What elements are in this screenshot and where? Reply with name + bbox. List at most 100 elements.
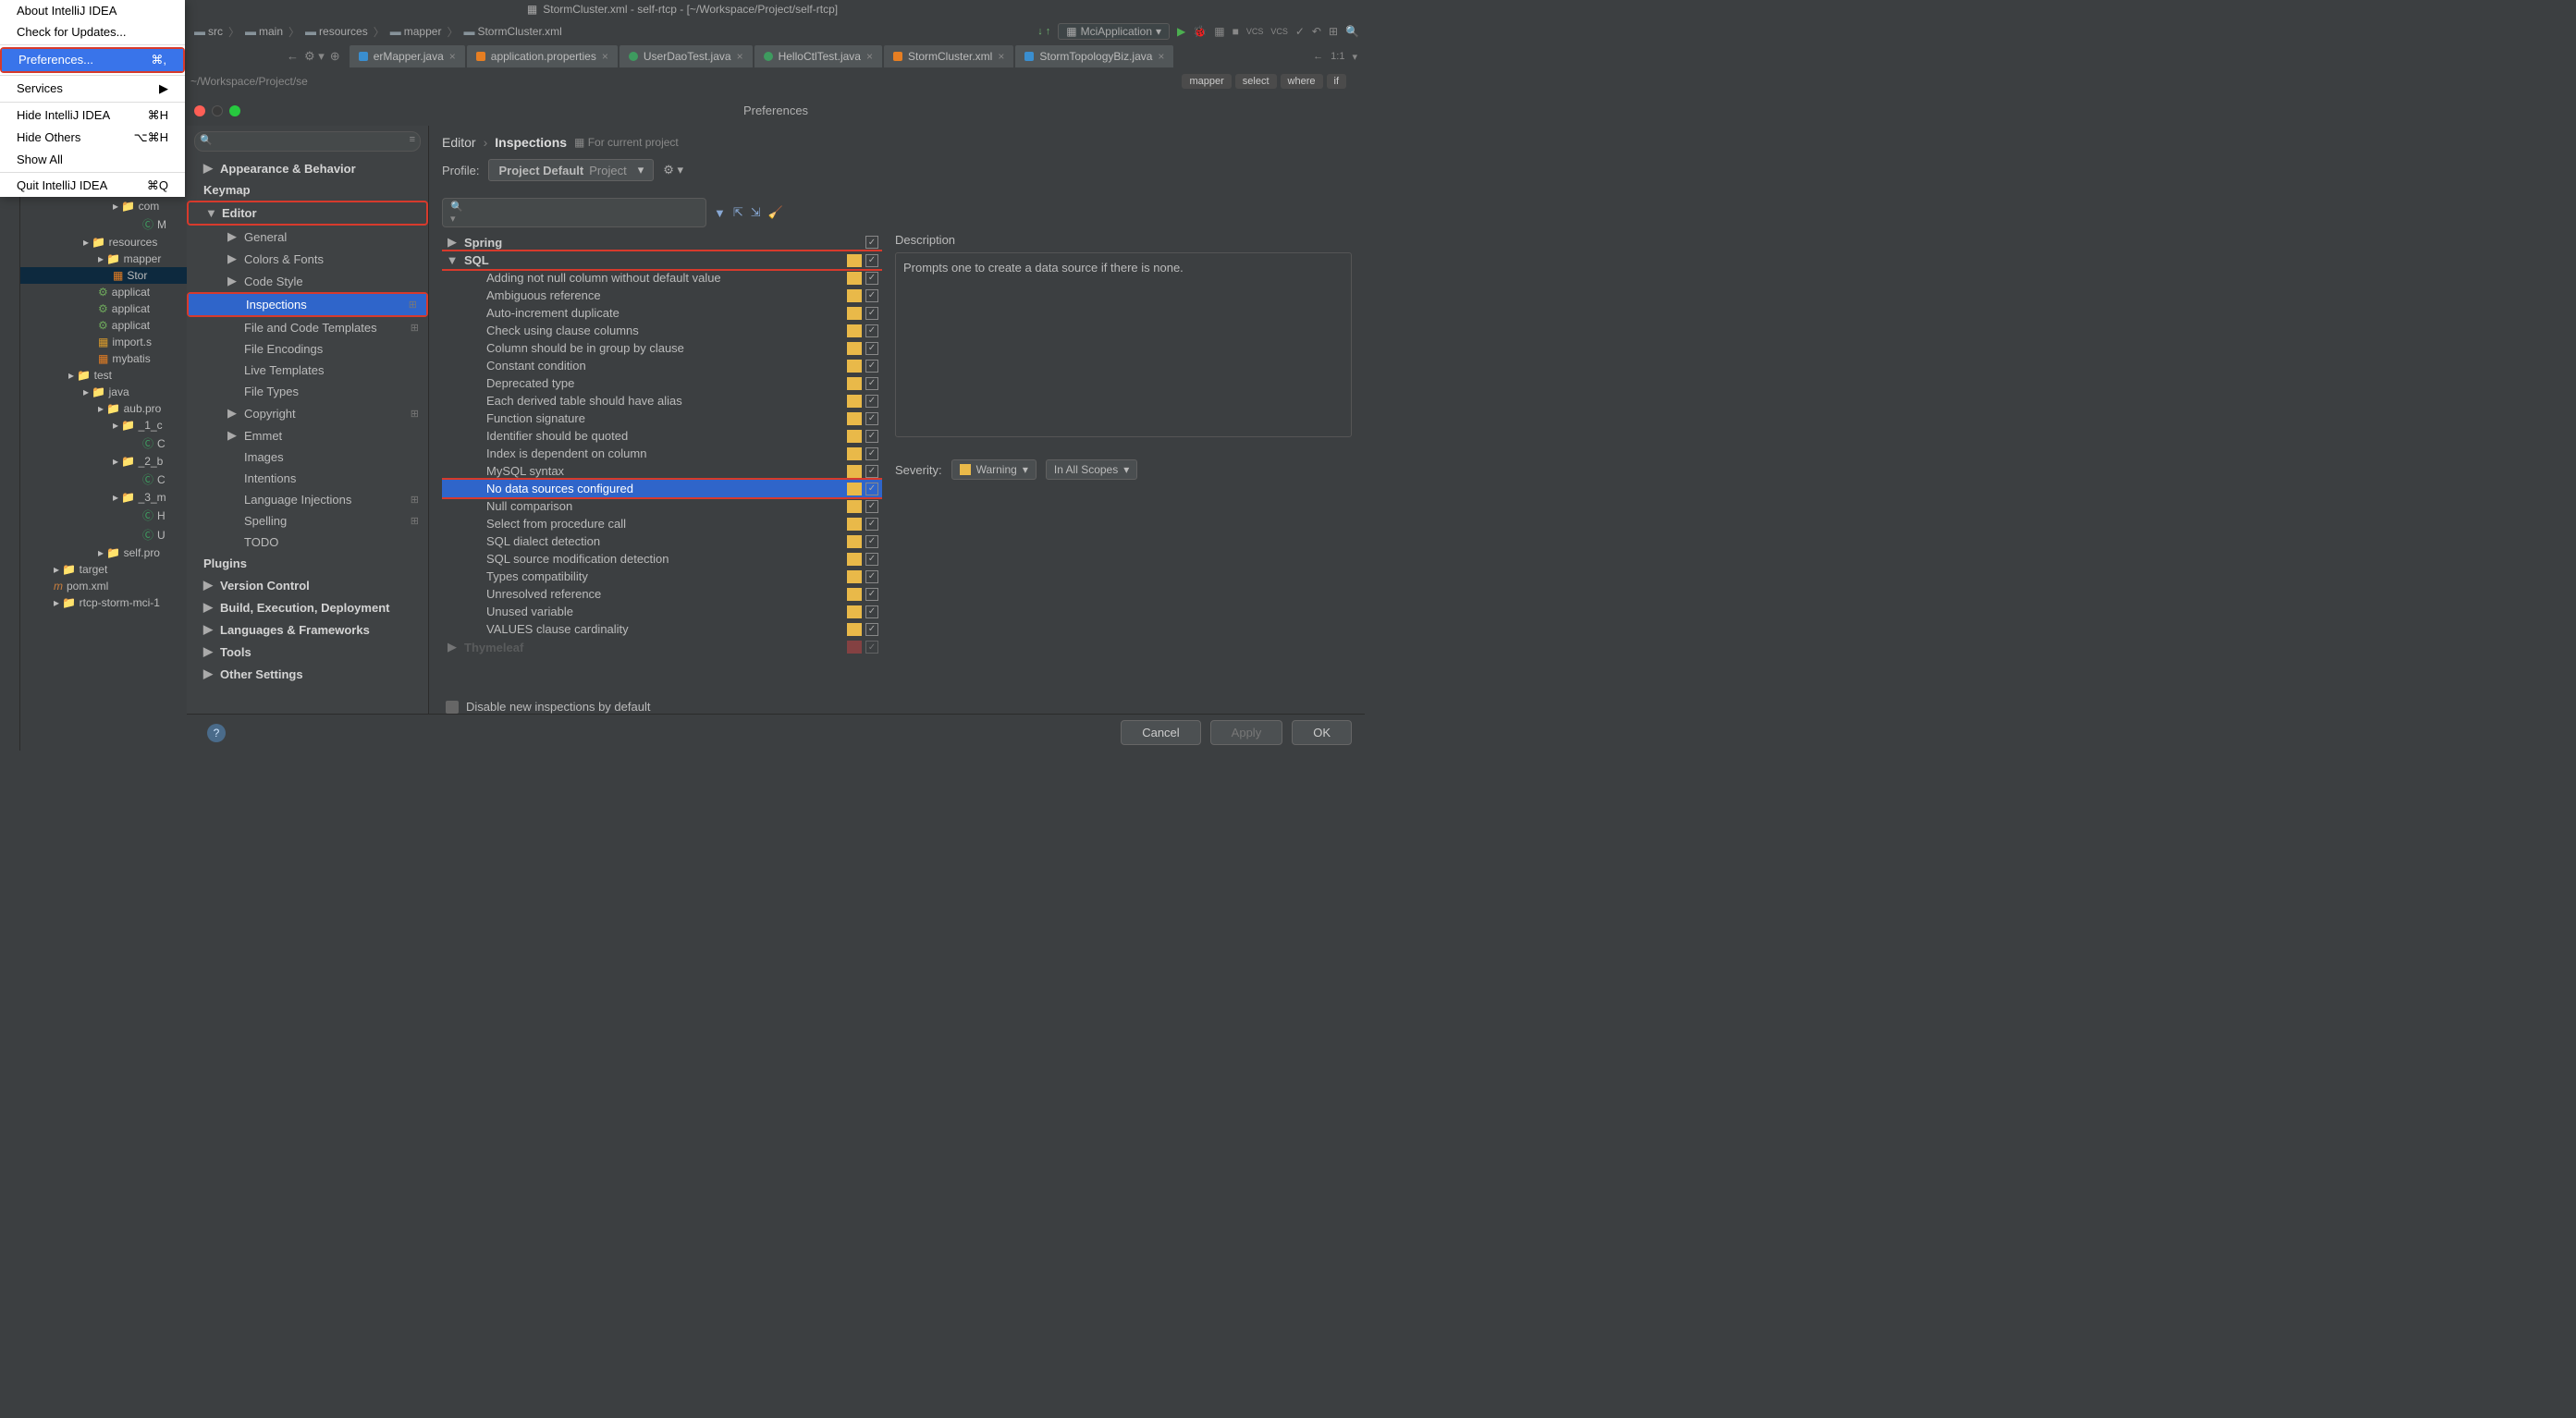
editor-tab[interactable]: StormTopologyBiz.java×: [1015, 45, 1173, 67]
ok-button[interactable]: OK: [1292, 720, 1352, 745]
pref-tree-item[interactable]: ▶Version Control: [187, 574, 428, 596]
settings-gear-icon[interactable]: ⚙ ▾: [663, 163, 683, 177]
inspection-item[interactable]: SQL dialect detection: [442, 532, 882, 550]
search-button[interactable]: 🔍: [1345, 25, 1359, 38]
menu-quit[interactable]: Quit IntelliJ IDEA⌘Q: [0, 175, 185, 197]
cancel-button[interactable]: Cancel: [1121, 720, 1200, 745]
tree-node[interactable]: ⚙ applicat: [20, 300, 187, 317]
severity-selector[interactable]: Warning▾: [951, 459, 1037, 480]
inspection-item[interactable]: Unused variable: [442, 603, 882, 620]
minimize-window-button[interactable]: [212, 105, 223, 116]
tree-node[interactable]: Ⓒ C: [20, 470, 187, 489]
scope-selector[interactable]: In All Scopes▾: [1046, 459, 1137, 480]
vcs-commit[interactable]: ✓: [1295, 25, 1305, 38]
close-icon[interactable]: ×: [998, 50, 1004, 63]
close-icon[interactable]: ×: [602, 50, 608, 63]
editor-tab[interactable]: StormCluster.xml×: [884, 45, 1013, 67]
run-config-selector[interactable]: ▦ MciApplication ▾: [1058, 23, 1170, 40]
tree-node[interactable]: m pom.xml: [20, 578, 187, 594]
pref-tree-item[interactable]: Intentions: [187, 468, 428, 489]
inspection-item[interactable]: Function signature: [442, 410, 882, 427]
inspection-search-input[interactable]: [471, 206, 698, 219]
pref-tree-item[interactable]: Keymap: [187, 179, 428, 201]
menu-icon[interactable]: ≡: [410, 134, 415, 145]
target-icon[interactable]: ⊕: [330, 49, 340, 64]
pref-tree-item[interactable]: ▶Copyright⊞: [187, 402, 428, 424]
pref-tree-item[interactable]: ▶Appearance & Behavior: [187, 157, 428, 179]
apply-button[interactable]: Apply: [1210, 720, 1283, 745]
breadcrumb-item[interactable]: ▬ StormCluster.xml: [460, 25, 565, 38]
inspection-item[interactable]: Identifier should be quoted: [442, 427, 882, 445]
close-icon[interactable]: ×: [737, 50, 743, 63]
pref-tree-item[interactable]: File Encodings: [187, 338, 428, 360]
inspection-category[interactable]: ▼SQL: [442, 251, 882, 269]
tree-node[interactable]: Ⓒ C: [20, 434, 187, 453]
tree-node[interactable]: ▸ 📁 _3_m: [20, 489, 187, 506]
inspection-item[interactable]: Index is dependent on column: [442, 445, 882, 462]
inspection-item[interactable]: SQL source modification detection: [442, 550, 882, 568]
tree-node[interactable]: ▸ 📁 rtcp-storm-mci-1: [20, 594, 187, 611]
editor-tab[interactable]: application.properties×: [467, 45, 618, 67]
inspection-item[interactable]: Unresolved reference: [442, 585, 882, 603]
preferences-search[interactable]: 🔍 ≡: [194, 131, 421, 152]
menu-check-updates[interactable]: Check for Updates...: [0, 21, 185, 43]
context-tag[interactable]: select: [1235, 74, 1277, 89]
breadcrumb-item[interactable]: ▬ mapper: [386, 25, 446, 38]
inspection-item[interactable]: Deprecated type: [442, 374, 882, 392]
pref-tree-item[interactable]: ▶Other Settings: [187, 663, 428, 685]
tree-node[interactable]: ▸ 📁 com: [20, 198, 187, 214]
collapse-icon[interactable]: ⇲: [751, 205, 761, 220]
disable-checkbox[interactable]: [446, 701, 459, 714]
pref-tree-item[interactable]: File and Code Templates⊞: [187, 317, 428, 338]
menu-hide-others[interactable]: Hide Others⌥⌘H: [0, 127, 185, 149]
tree-node[interactable]: ▸ 📁 aub.pro: [20, 400, 187, 417]
menu-preferences[interactable]: Preferences...⌘,: [2, 49, 183, 71]
tree-node[interactable]: ▦ Stor: [20, 267, 187, 284]
inspection-item[interactable]: Each derived table should have alias: [442, 392, 882, 410]
inspection-item[interactable]: Ambiguous reference: [442, 287, 882, 304]
pref-tree-item[interactable]: ▶Code Style: [187, 270, 428, 292]
breadcrumb-item[interactable]: ▬ src: [190, 25, 227, 38]
menu-services[interactable]: Services▶: [0, 78, 185, 100]
tree-node[interactable]: ▦ mybatis: [20, 350, 187, 367]
tree-node[interactable]: Ⓒ U: [20, 525, 187, 544]
inspection-item[interactable]: Constant condition: [442, 357, 882, 374]
tree-node[interactable]: ▸ 📁 self.pro: [20, 544, 187, 561]
expand-icon[interactable]: ⇱: [733, 205, 743, 220]
menu-show-all[interactable]: Show All: [0, 149, 185, 170]
debug-button[interactable]: 🐞: [1193, 25, 1207, 38]
tree-node[interactable]: ⚙ applicat: [20, 317, 187, 334]
tree-node[interactable]: ▦ import.s: [20, 334, 187, 350]
pref-tree-item[interactable]: Spelling⊞: [187, 510, 428, 532]
tree-node[interactable]: Ⓒ M: [20, 214, 187, 234]
tree-node[interactable]: ▸ 📁 mapper: [20, 251, 187, 267]
pref-tree-item[interactable]: Inspections⊞: [189, 294, 426, 315]
breadcrumb-item[interactable]: ▬ resources: [301, 25, 372, 38]
editor-tab[interactable]: HelloCtlTest.java×: [754, 45, 882, 67]
context-tag[interactable]: mapper: [1182, 74, 1231, 89]
tree-node[interactable]: Ⓒ H: [20, 506, 187, 525]
inspections-tree[interactable]: ▶Spring▼SQLAdding not null column withou…: [442, 233, 882, 694]
back-icon[interactable]: ←: [287, 49, 299, 64]
close-window-button[interactable]: [194, 105, 205, 116]
structure-button[interactable]: ⊞: [1329, 25, 1338, 38]
pref-tree-item[interactable]: ▶Build, Execution, Deployment: [187, 596, 428, 618]
close-icon[interactable]: ×: [449, 50, 456, 63]
inspection-item[interactable]: Adding not null column without default v…: [442, 269, 882, 287]
menu-hide-ij[interactable]: Hide IntelliJ IDEA⌘H: [0, 104, 185, 127]
breadcrumb-item[interactable]: ▬ main: [241, 25, 287, 38]
coverage-button[interactable]: ▦: [1214, 25, 1224, 38]
tree-node[interactable]: ▸ 📁 _2_b: [20, 453, 187, 470]
context-tag[interactable]: where: [1281, 74, 1323, 89]
pref-tree-item[interactable]: Plugins: [187, 553, 428, 574]
editor-tab[interactable]: UserDaoTest.java×: [619, 45, 753, 67]
inspection-item[interactable]: Null comparison: [442, 497, 882, 515]
context-tag[interactable]: if: [1327, 74, 1347, 89]
inspection-category[interactable]: ▶Spring: [442, 233, 882, 251]
pref-tree-item[interactable]: ▼Editor: [189, 202, 426, 224]
tree-node[interactable]: ▸ 📁 java: [20, 384, 187, 400]
inspection-item[interactable]: Auto-increment duplicate: [442, 304, 882, 322]
profile-selector[interactable]: Project Default Project ▾: [488, 159, 654, 181]
inspection-item[interactable]: MySQL syntax: [442, 462, 882, 480]
inspection-item[interactable]: Select from procedure call: [442, 515, 882, 532]
